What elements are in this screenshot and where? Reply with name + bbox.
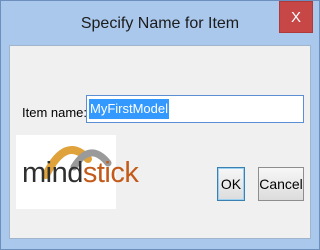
item-name-label: Item name: [22,105,88,120]
logo-text-stick: stick [82,157,139,189]
cancel-button[interactable]: Cancel [258,167,304,201]
logo-text-mind: mind [22,157,83,189]
close-button[interactable]: X [279,1,313,33]
dialog-title: Specify Name for Item [80,15,240,32]
dialog-window: Specify Name for Item X Item name: MyFir… [0,0,320,250]
item-name-input[interactable]: MyFirstModel [86,95,304,123]
dialog-content: Item name: MyFirstModel mindstick OK Can… [9,45,311,239]
item-name-value: MyFirstModel [89,99,170,119]
mindstick-logo: mindstick [16,135,139,209]
title-bar[interactable]: Specify Name for Item X [1,1,319,45]
ok-button[interactable]: OK [217,167,245,201]
close-icon: X [290,8,301,26]
logo-text: mindstick [22,157,139,190]
